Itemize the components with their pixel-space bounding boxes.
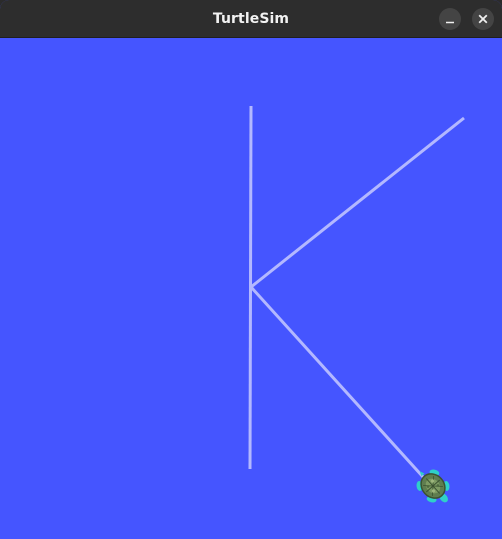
minimize-icon — [446, 21, 454, 24]
window-title: TurtleSim — [212, 11, 290, 27]
close-button[interactable] — [472, 8, 494, 30]
turtle-canvas — [0, 38, 502, 539]
turtlesim-window: TurtleSim — [0, 0, 502, 539]
drawing-surface — [248, 105, 465, 503]
pen-trail-upper-diagonal — [250, 116, 465, 289]
title-bar[interactable]: TurtleSim — [0, 0, 502, 38]
close-icon — [478, 14, 488, 24]
pen-trail-lower-diagonal — [249, 285, 426, 480]
minimize-button[interactable] — [439, 8, 461, 30]
